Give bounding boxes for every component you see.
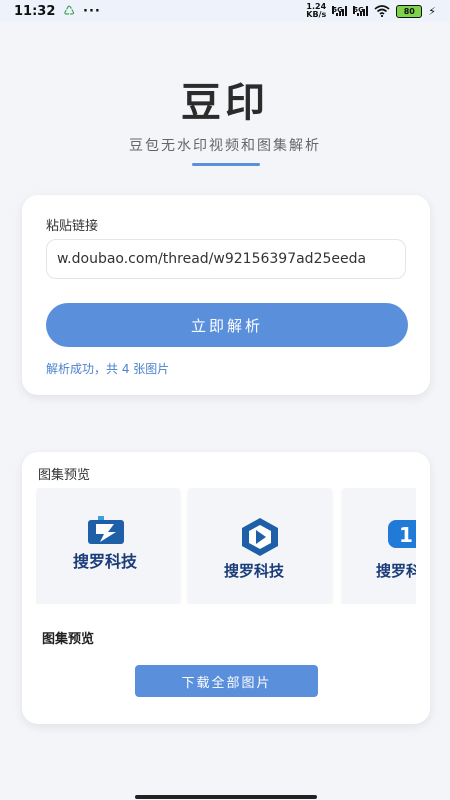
gallery-image-1-text: 搜罗科技 xyxy=(73,552,138,571)
link-label: 粘贴链接 xyxy=(46,219,99,234)
signal-2-label: 5G xyxy=(353,6,364,14)
signal-icon-2: 5G xyxy=(353,6,369,16)
gallery-image-3-text: 搜罗科技 xyxy=(376,562,416,580)
home-indicator[interactable] xyxy=(135,795,317,799)
gallery-image-2-text: 搜罗科技 xyxy=(224,562,285,580)
app-title: 豆印 xyxy=(181,80,269,126)
gallery-image-1[interactable]: 搜罗科技 xyxy=(36,488,180,604)
gallery-subheading: 图集预览 xyxy=(42,632,95,647)
image-carousel[interactable]: 搜罗科技 搜罗科技 1 搜罗科技 xyxy=(36,488,416,604)
parse-button[interactable]: 立即解析 xyxy=(46,303,408,347)
network-speed-unit: KB/s xyxy=(306,10,327,19)
url-input[interactable] xyxy=(46,239,406,279)
title-underline xyxy=(192,163,260,166)
battery-level: 80 xyxy=(403,6,415,16)
status-bar: 11:32 ♺ ··· 1.24 KB/s 5G 5G 80 ⚡ xyxy=(0,0,450,22)
recycle-icon: ♺ xyxy=(63,3,76,19)
logo-icon xyxy=(88,516,124,544)
charging-icon: ⚡ xyxy=(428,4,436,18)
svg-text:1: 1 xyxy=(399,523,413,547)
signal-icon: 5G xyxy=(332,6,348,16)
wifi-icon xyxy=(374,5,390,17)
download-all-button[interactable]: 下载全部图片 xyxy=(135,665,318,697)
gallery-card: 图集预览 搜罗科技 搜罗科技 1 搜罗科技 图集预览 下载 xyxy=(22,452,430,724)
gallery-image-3[interactable]: 1 搜罗科技 xyxy=(342,488,416,604)
parse-status: 解析成功，共 4 张图片 xyxy=(46,362,170,376)
status-bar-left: 11:32 ♺ ··· xyxy=(14,4,101,19)
parse-card: 粘贴链接 立即解析 解析成功，共 4 张图片 xyxy=(22,195,430,395)
logo-icon xyxy=(242,518,278,556)
logo-icon: 1 xyxy=(388,520,416,548)
app-subtitle: 豆包无水印视频和图集解析 xyxy=(129,138,321,154)
battery-icon: 80 xyxy=(396,4,423,18)
gallery-image-2[interactable]: 搜罗科技 xyxy=(188,488,332,604)
clock: 11:32 xyxy=(14,3,56,19)
signal-1-label: 5G xyxy=(332,6,343,14)
gallery-heading: 图集预览 xyxy=(38,468,91,483)
status-bar-right: 1.24 KB/s 5G 5G 80 ⚡ xyxy=(306,3,436,19)
more-notifications-icon: ··· xyxy=(83,3,101,19)
network-speed: 1.24 KB/s xyxy=(306,3,326,19)
